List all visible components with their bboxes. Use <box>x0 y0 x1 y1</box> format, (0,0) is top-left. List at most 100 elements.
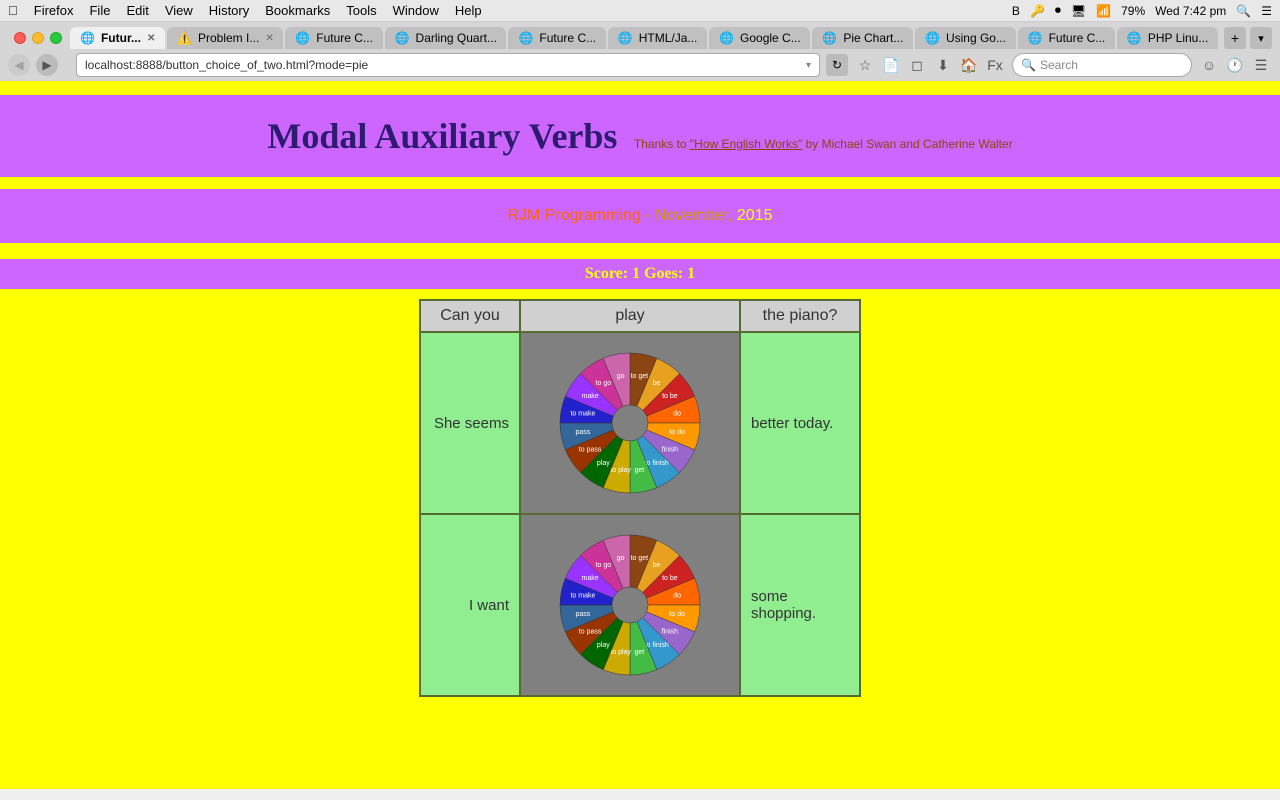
clock-icon[interactable]: 🕐 <box>1224 54 1246 76</box>
search-placeholder: Search <box>1040 58 1078 72</box>
branding-year: 2015 <box>737 207 773 224</box>
mac-menubar:  Firefox File Edit View History Bookmar… <box>0 0 1280 22</box>
top-yellow-strip <box>0 81 1280 95</box>
menu-file[interactable]: File <box>89 3 110 18</box>
svg-text:to do: to do <box>669 611 685 618</box>
address-dropdown-icon[interactable]: ▾ <box>806 60 811 71</box>
address-bar-row: ◀ ▶ localhost:8888/button_choice_of_two.… <box>0 49 1280 81</box>
refresh-button[interactable]: ↻ <box>826 54 848 76</box>
minimize-button[interactable] <box>32 32 44 44</box>
header-section: Modal Auxiliary Verbs Thanks to "How Eng… <box>0 95 1280 177</box>
tab-darling[interactable]: 🌐 Darling Quart... <box>385 27 507 49</box>
svg-text:play: play <box>597 642 610 649</box>
svg-text:to go: to go <box>596 562 612 569</box>
menu-view[interactable]: View <box>165 3 193 18</box>
tab-label: HTML/Ja... <box>639 31 698 45</box>
tab-future-c1[interactable]: 🌐 Future C... <box>285 27 382 49</box>
menu-tools[interactable]: Tools <box>346 3 376 18</box>
tab-label: Pie Chart... <box>843 31 903 45</box>
pie-chart-1[interactable]: to getbeto bedoto dofinishto finishgetto… <box>550 343 710 503</box>
table-row: I want to getbeto bedoto dofinishto fini… <box>420 514 860 696</box>
pocket-icon[interactable]: ◻ <box>906 54 928 76</box>
svg-text:make: make <box>582 575 599 582</box>
search-magnifier-icon: 🔍 <box>1021 58 1036 72</box>
close-button[interactable] <box>14 32 26 44</box>
tab-pie-chart[interactable]: 🌐 Pie Chart... <box>812 27 913 49</box>
pie-cell-2[interactable]: to getbeto bedoto dofinishto finishgetto… <box>520 514 740 696</box>
svg-text:be: be <box>653 562 661 569</box>
svg-text:to get: to get <box>631 555 649 562</box>
tab-favicon: 🌐 <box>925 31 940 45</box>
download-icon[interactable]: ⬇ <box>932 54 954 76</box>
svg-text:to go: to go <box>596 380 612 387</box>
back-button[interactable]: ◀ <box>8 54 30 76</box>
tab-using-go[interactable]: 🌐 Using Go... <box>915 27 1016 49</box>
menu-history[interactable]: History <box>209 3 249 18</box>
address-bar[interactable]: localhost:8888/button_choice_of_two.html… <box>76 53 820 77</box>
tab-problem[interactable]: ⚠️ Problem I... ✕ <box>167 27 283 49</box>
menu-window[interactable]: Window <box>393 3 439 18</box>
tab-future-c2[interactable]: 🌐 Future C... <box>508 27 605 49</box>
subtitle-thanks: Thanks to <box>634 137 690 151</box>
svg-text:play: play <box>597 460 610 467</box>
menu-hamburger-icon[interactable]: ☰ <box>1250 54 1272 76</box>
score-text: Score: 1 Goes: 1 <box>585 265 695 282</box>
menu-bookmarks[interactable]: Bookmarks <box>265 3 330 18</box>
clock: Wed 7:42 pm <box>1155 4 1226 18</box>
apple-menu[interactable]:  <box>8 3 18 18</box>
toolbar-icons-right: ☺ 🕐 ☰ <box>1198 54 1272 76</box>
list-icon[interactable]: ☰ <box>1261 4 1272 18</box>
search-bar[interactable]: 🔍 Search <box>1012 53 1192 77</box>
tab-label: PHP Linu... <box>1148 31 1208 45</box>
tab-list-button[interactable]: ▾ <box>1250 27 1272 49</box>
svg-text:do: do <box>673 592 681 599</box>
tab-google-c[interactable]: 🌐 Google C... <box>709 27 810 49</box>
wifi-icon: 📶 <box>1096 4 1111 18</box>
svg-text:be: be <box>653 380 661 387</box>
tab-favicon: 🌐 <box>719 31 734 45</box>
home-icon[interactable]: 🏠 <box>958 54 980 76</box>
svg-text:to do: to do <box>669 429 685 436</box>
maximize-button[interactable] <box>50 32 62 44</box>
tab-close-icon[interactable]: ✕ <box>147 33 155 44</box>
tab-future-c3[interactable]: 🌐 Future C... <box>1018 27 1115 49</box>
svg-text:to be: to be <box>662 575 678 582</box>
tab-label: Google C... <box>740 31 801 45</box>
b-icon: B <box>1012 4 1020 18</box>
tab-favicon: 🌐 <box>822 31 837 45</box>
tab-favicon: 🌐 <box>295 31 310 45</box>
svg-text:finish: finish <box>662 629 678 636</box>
tab-label: Future C... <box>1049 31 1106 45</box>
pie-container-2: to getbeto bedoto dofinishto finishgetto… <box>531 525 729 685</box>
menu-edit[interactable]: Edit <box>126 3 148 18</box>
reader-icon[interactable]: 📄 <box>880 54 902 76</box>
bookmark-star-icon[interactable]: ☆ <box>854 54 876 76</box>
smiley-icon[interactable]: ☺ <box>1198 54 1220 76</box>
tab-php[interactable]: 🌐 PHP Linu... <box>1117 27 1218 49</box>
forward-button[interactable]: ▶ <box>36 54 58 76</box>
pie-chart-2[interactable]: to getbeto bedoto dofinishto finishgetto… <box>550 525 710 685</box>
tab-favicon: 🌐 <box>395 31 410 45</box>
tab-close-icon[interactable]: ✕ <box>265 33 273 44</box>
tab-futur[interactable]: 🌐 Futur... ✕ <box>70 27 165 49</box>
new-tab-button[interactable]: + <box>1224 27 1246 49</box>
tab-favicon: 🌐 <box>618 31 633 45</box>
fx-icon[interactable]: Fx <box>984 54 1006 76</box>
menu-firefox[interactable]: Firefox <box>34 3 74 18</box>
svg-text:to get: to get <box>631 373 649 380</box>
svg-text:pass: pass <box>576 611 591 618</box>
svg-text:get: get <box>634 467 644 474</box>
pie-cell-1[interactable]: to getbeto bedoto dofinishto finishgetto… <box>520 332 740 514</box>
tab-html[interactable]: 🌐 HTML/Ja... <box>608 27 707 49</box>
page-content: Modal Auxiliary Verbs Thanks to "How Eng… <box>0 81 1280 789</box>
svg-text:to play: to play <box>610 649 631 656</box>
menu-help[interactable]: Help <box>455 3 482 18</box>
address-text: localhost:8888/button_choice_of_two.html… <box>85 58 806 72</box>
search-icon[interactable]: 🔍 <box>1236 4 1251 18</box>
svg-text:pass: pass <box>576 429 591 436</box>
subtitle-link[interactable]: "How English Works" <box>690 137 802 151</box>
subtitle: Thanks to "How English Works" by Michael… <box>634 137 1013 151</box>
pie-container-1: to getbeto bedoto dofinishto finishgetto… <box>531 343 729 503</box>
tab-favicon: 🌐 <box>1028 31 1043 45</box>
1password-icon: 🔑 <box>1030 4 1045 18</box>
